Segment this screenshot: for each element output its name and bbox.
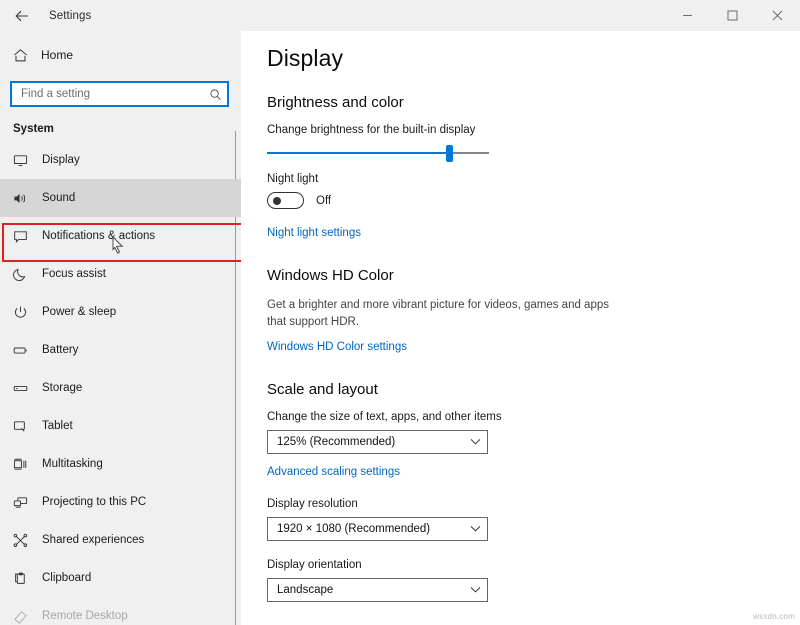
sidebar-item-label: Notifications & actions (42, 230, 155, 242)
chevron-down-icon (470, 525, 481, 533)
text-size-value: 125% (Recommended) (277, 436, 470, 448)
text-size-dropdown[interactable]: 125% (Recommended) (267, 430, 488, 454)
night-light-label: Night light (267, 173, 800, 185)
chevron-down-icon (470, 438, 481, 446)
night-light-settings-link[interactable]: Night light settings (267, 227, 361, 239)
search-box[interactable] (10, 81, 229, 107)
display-orientation-label: Display orientation (267, 559, 800, 571)
close-button[interactable] (755, 0, 800, 31)
toggle-knob (273, 197, 281, 205)
share-icon (13, 533, 39, 548)
sidebar-home-label: Home (41, 48, 73, 62)
windows-hd-color-description: Get a brighter and more vibrant picture … (267, 297, 622, 330)
brightness-slider[interactable] (267, 143, 489, 163)
sidebar-item-label: Clipboard (42, 572, 91, 584)
sidebar-item-home[interactable]: Home (0, 38, 241, 72)
sidebar-item-clipboard[interactable]: Clipboard (0, 559, 241, 597)
slider-fill (267, 152, 449, 154)
navigation-pane: Home System Display (0, 31, 241, 625)
sidebar-item-label: Sound (42, 192, 75, 204)
windows-hd-color-settings-link[interactable]: Windows HD Color settings (267, 341, 407, 353)
sidebar-item-battery[interactable]: Battery (0, 331, 241, 369)
app-title: Settings (49, 10, 91, 22)
sidebar-item-label: Focus assist (42, 268, 106, 280)
storage-icon (13, 381, 39, 396)
clipboard-icon (13, 571, 39, 586)
sidebar-item-label: Battery (42, 344, 78, 356)
sidebar-item-label: Shared experiences (42, 534, 144, 546)
speaker-icon (13, 191, 39, 206)
tablet-icon (13, 419, 39, 434)
remote-desktop-icon (13, 609, 39, 624)
back-arrow-icon[interactable] (0, 0, 44, 31)
power-icon (13, 305, 39, 320)
text-size-label: Change the size of text, apps, and other… (267, 411, 800, 423)
windows-hd-color-heading: Windows HD Color (267, 267, 800, 284)
sidebar-item-notifications-actions[interactable]: Notifications & actions (0, 217, 241, 255)
display-resolution-value: 1920 × 1080 (Recommended) (277, 523, 470, 535)
advanced-scaling-settings-link[interactable]: Advanced scaling settings (267, 466, 400, 478)
sidebar-item-focus-assist[interactable]: Focus assist (0, 255, 241, 293)
minimize-button[interactable] (665, 0, 710, 31)
brightness-slider-label: Change brightness for the built-in displ… (267, 124, 800, 136)
sidebar-item-label: Projecting to this PC (42, 496, 146, 508)
sidebar-item-label: Storage (42, 382, 82, 394)
notification-icon (13, 229, 39, 244)
night-light-toggle[interactable] (267, 192, 304, 209)
moon-icon (13, 267, 39, 282)
display-orientation-dropdown[interactable]: Landscape (267, 578, 488, 602)
window-controls (665, 0, 800, 31)
watermark: wsxdn.com (753, 612, 795, 621)
sidebar-item-label: Tablet (42, 420, 73, 432)
maximize-button[interactable] (710, 0, 755, 31)
title-bar: Settings (0, 0, 800, 31)
chevron-down-icon (470, 586, 481, 594)
scale-and-layout-heading: Scale and layout (267, 381, 800, 398)
sidebar-item-label: Power & sleep (42, 306, 116, 318)
home-icon (13, 48, 39, 63)
search-icon (203, 88, 227, 101)
sidebar-item-projecting-to-this-pc[interactable]: Projecting to this PC (0, 483, 241, 521)
sidebar-item-remote-desktop[interactable]: Remote Desktop (0, 597, 241, 625)
display-resolution-label: Display resolution (267, 498, 800, 510)
sidebar-item-display[interactable]: Display (0, 141, 241, 179)
battery-icon (13, 343, 39, 358)
sidebar-item-storage[interactable]: Storage (0, 369, 241, 407)
slider-thumb[interactable] (446, 145, 453, 162)
sidebar-item-label: Multitasking (42, 458, 103, 470)
brightness-and-color-heading: Brightness and color (267, 94, 800, 111)
sidebar-item-label: Display (42, 154, 80, 166)
projecting-icon (13, 495, 39, 510)
multitasking-icon (13, 457, 39, 472)
display-orientation-value: Landscape (277, 584, 470, 596)
sidebar-item-tablet[interactable]: Tablet (0, 407, 241, 445)
sidebar-item-multitasking[interactable]: Multitasking (0, 445, 241, 483)
display-resolution-dropdown[interactable]: 1920 × 1080 (Recommended) (267, 517, 488, 541)
page-title: Display (267, 45, 800, 72)
night-light-toggle-row: Off (267, 192, 800, 209)
sidebar-item-power-sleep[interactable]: Power & sleep (0, 293, 241, 331)
sidebar-item-shared-experiences[interactable]: Shared experiences (0, 521, 241, 559)
sidebar-item-label: Remote Desktop (42, 610, 128, 622)
settings-window: Settings Home (0, 0, 800, 625)
content-pane: Display Brightness and color Change brig… (241, 31, 800, 625)
search-input[interactable] (12, 83, 203, 105)
sidebar-item-sound[interactable]: Sound (0, 179, 241, 217)
monitor-icon (13, 153, 39, 168)
sidebar-group-label: System (0, 107, 241, 141)
night-light-state: Off (316, 195, 331, 207)
